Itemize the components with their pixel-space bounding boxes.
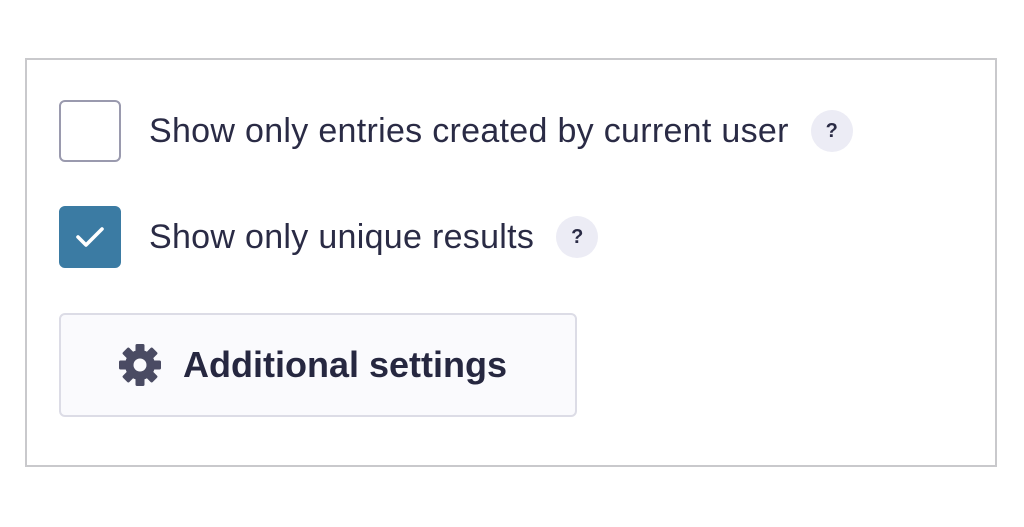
checkmark-icon — [76, 227, 104, 247]
unique-results-help-icon[interactable]: ? — [556, 216, 599, 258]
option-current-user: Show only entries created by current use… — [59, 100, 853, 162]
current-user-help-icon[interactable]: ? — [810, 110, 853, 152]
option-unique-results: Show only unique results ? — [59, 206, 599, 268]
unique-results-label[interactable]: Show only unique results — [149, 218, 534, 257]
unique-results-checkbox[interactable] — [59, 206, 121, 268]
current-user-label[interactable]: Show only entries created by current use… — [149, 112, 789, 151]
additional-settings-button[interactable]: Additional settings — [59, 313, 577, 417]
settings-panel: Show only entries created by current use… — [25, 58, 997, 467]
gear-icon — [117, 342, 163, 388]
current-user-checkbox[interactable] — [59, 100, 121, 162]
additional-settings-label: Additional settings — [183, 344, 507, 385]
